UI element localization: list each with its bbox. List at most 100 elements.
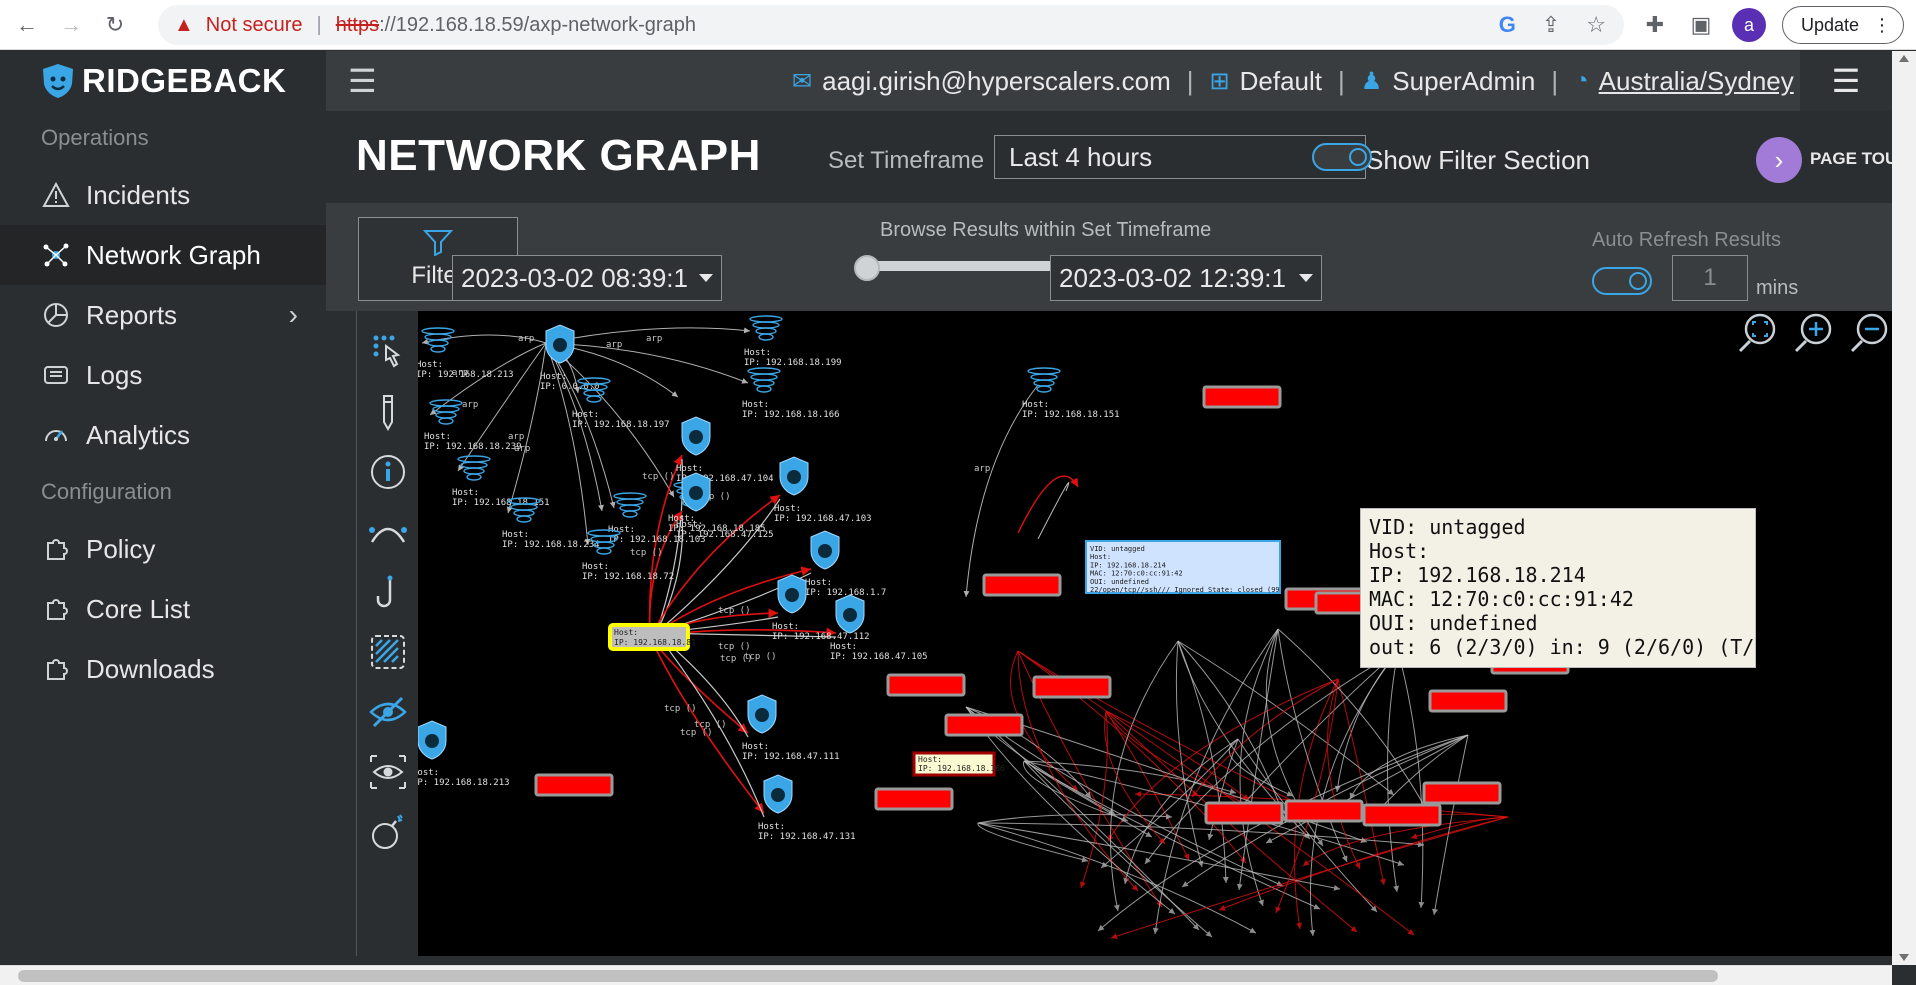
google-icon[interactable]: G: [1499, 12, 1516, 38]
zoom-out-icon[interactable]: [1848, 311, 1892, 355]
sidebar-item-incidents[interactable]: Incidents: [0, 165, 326, 225]
section-configuration: Configuration: [41, 479, 172, 504]
sidebar-item-core-list[interactable]: Core List: [0, 579, 326, 639]
cluster-edge: [1309, 650, 1399, 937]
reload-icon[interactable]: ↻: [98, 8, 132, 42]
vertical-scrollbar[interactable]: [1892, 51, 1916, 965]
highlighted-node-ip: IP: 192.168.18.166: [918, 764, 1005, 773]
page-tour-label[interactable]: PAGE TOUR: [1810, 149, 1892, 169]
sidebar-item-label: Policy: [86, 533, 156, 564]
selected-node-ip: IP: 192.168.18.81: [614, 638, 696, 647]
slider-start-handle[interactable]: [854, 255, 880, 281]
pen-icon[interactable]: [365, 389, 411, 435]
address-bar[interactable]: ▲ Not secure | https://192.168.18.59/axp…: [158, 5, 1624, 45]
logo-icon: [43, 64, 73, 98]
sidebar-item-logs[interactable]: Logs: [0, 345, 326, 405]
cluster-edge: [1236, 628, 1279, 891]
tornado-node-icon: [432, 405, 460, 413]
node-host-label: Host:: [758, 822, 785, 832]
node-ip-label: IP: 192.168.18.197: [572, 420, 670, 430]
node-host-label: Host:: [772, 622, 799, 632]
separator: |: [1551, 65, 1559, 96]
brand[interactable]: RIDGEBACK: [0, 51, 326, 111]
sidebar-item-label: Logs: [86, 359, 143, 390]
sidebar-item-label: Analytics: [86, 419, 191, 450]
back-icon[interactable]: ←: [10, 8, 44, 42]
alert-node: [534, 773, 614, 797]
edge-label: tcp (): [680, 728, 713, 738]
network-icon: [40, 239, 72, 271]
sidebar-item-policy[interactable]: Policy: [0, 519, 326, 579]
star-icon[interactable]: ☆: [1586, 12, 1606, 38]
browser-toolbar: ← → ↻ ▲ Not secure | https://192.168.18.…: [0, 0, 1916, 50]
puzzle-icon: [40, 593, 72, 625]
timezone-link[interactable]: Australia/Sydney: [1599, 66, 1794, 97]
hide-icon[interactable]: [365, 689, 411, 735]
end-time-value: 2023-03-02 12:39:1: [1059, 262, 1286, 293]
pattern-icon[interactable]: [365, 629, 411, 675]
cluster-edge: [1228, 738, 1294, 797]
edge-label: arp: [508, 432, 524, 442]
node-ip-label: IP: 192.168.47.111: [742, 752, 840, 762]
warning-icon: [40, 179, 72, 211]
security-label[interactable]: Not secure: [206, 14, 303, 37]
caret-down-icon: [1299, 274, 1313, 282]
tornado-node-icon: [457, 455, 491, 463]
tornado-node-icon: [613, 492, 647, 500]
tornado-node-icon: [756, 385, 772, 393]
bomb-icon[interactable]: [365, 809, 411, 855]
start-time-select[interactable]: 2023-03-02 08:39:1: [452, 255, 722, 301]
node-face-icon: [785, 588, 799, 602]
edge-label: arp: [646, 334, 662, 344]
sidebar-item-downloads[interactable]: Downloads: [0, 639, 326, 699]
kebab-icon: ⋮: [1873, 14, 1892, 35]
horizontal-scrollbar[interactable]: [0, 965, 1892, 985]
end-time-select[interactable]: 2023-03-02 12:39:1: [1050, 255, 1322, 301]
node-host-label: Host:: [742, 742, 769, 752]
org-name[interactable]: Default: [1240, 66, 1322, 97]
sidebar-item-analytics[interactable]: Analytics: [0, 405, 326, 465]
zoom-fit-icon[interactable]: [1736, 311, 1780, 355]
auto-refresh-toggle[interactable]: [1592, 267, 1652, 295]
node-host-label: Host:: [744, 348, 771, 358]
sidebar-item-reports[interactable]: Reports ›: [0, 285, 326, 345]
page-header: NETWORK GRAPH Set Timeframe Last 4 hours…: [326, 111, 1892, 203]
gauge-icon: [40, 419, 72, 451]
sidebar-item-label: Network Graph: [86, 239, 261, 270]
node-host-label: Host:: [418, 768, 439, 778]
select-icon[interactable]: [365, 329, 411, 375]
auto-refresh-input[interactable]: 1: [1672, 255, 1748, 301]
zoom-in-icon[interactable]: [1792, 311, 1836, 355]
profile-avatar[interactable]: a: [1732, 8, 1766, 42]
sidebar-item-network-graph[interactable]: Network Graph: [0, 225, 326, 285]
cluster-edge: [1239, 628, 1279, 907]
menu-icon[interactable]: ☰: [1800, 51, 1892, 111]
share-icon[interactable]: ⇪: [1542, 12, 1560, 38]
path-icon[interactable]: [365, 509, 411, 555]
hamburger-icon[interactable]: ☰: [348, 65, 377, 97]
show-filter-toggle[interactable]: [1312, 143, 1372, 171]
app-topbar: ☰ ✉ aagi.girish@hyperscalers.com | ⊞ Def…: [326, 51, 1916, 111]
page-tour-button[interactable]: ›: [1756, 137, 1802, 183]
tornado-node-icon: [752, 321, 780, 329]
info-icon[interactable]: [365, 449, 411, 495]
alert-node: [1032, 675, 1112, 699]
show-icon[interactable]: [365, 749, 411, 795]
edge-label: tcp (): [718, 642, 751, 652]
node-host-label: Host:: [452, 488, 479, 498]
start-time-value: 2023-03-02 08:39:1: [461, 262, 688, 293]
alert-node: [874, 787, 954, 811]
extensions-icon[interactable]: ✚: [1640, 12, 1670, 38]
users-icon: ♟: [1360, 67, 1383, 95]
update-button[interactable]: Update ⋮: [1782, 6, 1905, 44]
cluster-edge: [977, 822, 1257, 934]
scrollbar-thumb[interactable]: [18, 970, 1718, 982]
tornado-node-icon: [438, 417, 454, 425]
forward-icon[interactable]: →: [54, 8, 88, 42]
timeframe-select[interactable]: Last 4 hours: [994, 135, 1366, 179]
browse-label: Browse Results within Set Timeframe: [880, 219, 1212, 241]
side-panel-icon[interactable]: ▣: [1686, 12, 1716, 38]
hook-icon[interactable]: [365, 569, 411, 615]
node-popup-line: OUI: undefined: [1090, 578, 1149, 586]
cluster-edge: [1387, 650, 1400, 893]
